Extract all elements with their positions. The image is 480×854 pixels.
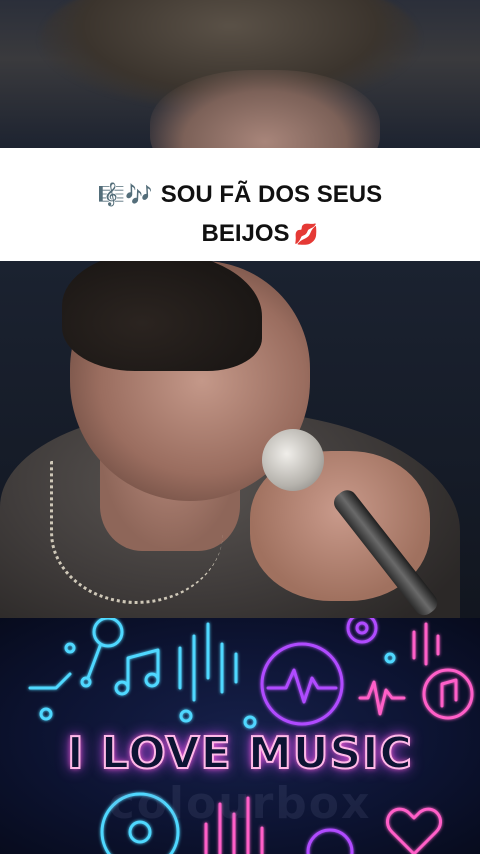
chat-music-icon	[422, 668, 474, 720]
caption-line-1: 🎼🎶 SOU FÃ DOS SEUS	[0, 181, 480, 209]
caption-box: 🎼🎶 SOU FÃ DOS SEUS BEIJOS 💋	[0, 148, 480, 261]
music-notes-emoji: 🎼🎶	[97, 182, 153, 207]
microphone-head	[262, 429, 324, 491]
microphone-icon	[80, 618, 124, 688]
equalizer-icon	[412, 622, 440, 666]
caption-line-2-text: BEIJOS	[201, 220, 290, 247]
caption-line-1-text: SOU FÃ DOS SEUS	[160, 181, 383, 208]
watermark: colourbox	[108, 778, 372, 829]
music-note-icon	[114, 648, 160, 696]
sound-wave-icon	[178, 622, 238, 702]
kiss-lips-emoji: 💋	[293, 224, 319, 246]
sound-wave-icon	[358, 680, 406, 716]
ring-icon	[306, 828, 354, 854]
performer-hair	[62, 261, 262, 371]
video-frame-singer[interactable]	[0, 261, 480, 618]
i-love-music-headline: I LOVE MUSIC	[66, 727, 413, 780]
circuit-line	[28, 672, 72, 690]
pulse-icon	[260, 642, 344, 726]
i-love-music-banner: colourbox I LOVE MUSIC	[0, 618, 480, 854]
caption-line-2: BEIJOS 💋	[0, 220, 480, 248]
gear-icon	[346, 618, 378, 644]
video-frame-top	[0, 0, 480, 148]
